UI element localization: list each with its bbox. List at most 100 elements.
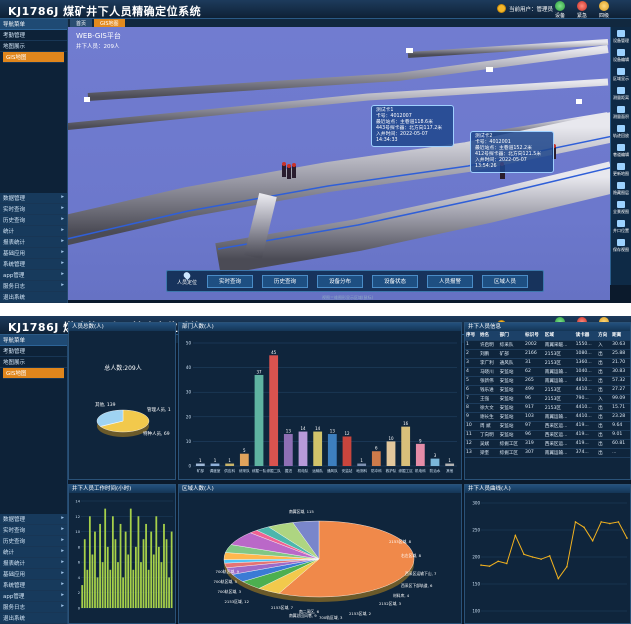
save-icon	[617, 239, 625, 246]
sidebar-item-history[interactable]: 历史查询 ▸	[0, 536, 67, 547]
col-header: 读卡器	[574, 331, 598, 341]
layer-icon	[617, 182, 625, 189]
tool-save-view[interactable]: 保存视图	[611, 239, 631, 255]
table-cell: 4410...	[574, 385, 598, 395]
tab-gis[interactable]: GIS地图	[94, 19, 125, 27]
sidebar-item-app[interactable]: app管理 ▸	[0, 270, 67, 281]
tool-device-manage[interactable]: 设备管理	[611, 30, 631, 46]
sidebar-item-gis[interactable]: GIS地图	[3, 368, 64, 379]
sidebar-item-log[interactable]: 服务日志 ▸	[0, 602, 67, 613]
sidebar-item-map[interactable]: 地图展示	[0, 41, 67, 52]
tool-tunnel-edit[interactable]: 巷道编辑	[611, 144, 631, 160]
tool-measure-area[interactable]: 测量面积	[611, 106, 631, 122]
sidebar-item-data[interactable]: 数据管理 ▸	[0, 514, 67, 525]
table-row[interactable]: 6 钱乐进 安监站 499 2153区 4410... 出 27.27	[465, 385, 630, 395]
sidebar-item-realtime[interactable]: 实时查询 ▸	[0, 204, 67, 215]
bar	[298, 431, 308, 466]
user-icon	[497, 4, 506, 13]
data-label: 5	[243, 448, 246, 453]
sidebar-item-report[interactable]: 报表统计 ▸	[0, 237, 67, 248]
data-point	[617, 521, 620, 523]
table-row[interactable]: 7 王强 安监站 96 2153区 790... 入 99.09	[465, 394, 630, 404]
sidebar-item-basic[interactable]: 基础应用 ▸	[0, 248, 67, 259]
table-cell: 2	[465, 349, 479, 359]
tool-update-map[interactable]: 更新地图	[611, 163, 631, 179]
bar	[165, 539, 168, 608]
label: 报表统计	[3, 561, 26, 567]
region-person-button[interactable]: 区域人员	[482, 275, 528, 288]
expand-icon: ▸	[61, 603, 64, 609]
level-button[interactable]: 四级	[596, 1, 612, 19]
tool-device-edit[interactable]: 设备编辑	[611, 49, 631, 65]
sidebar-item-log[interactable]: 服务日志 ▸	[0, 281, 67, 292]
table-row[interactable]: 2 刘鹏 矿部 2166 2153区 1080... 出 25.88	[465, 349, 630, 359]
sidebar-item-system[interactable]: 系统管理 ▸	[0, 259, 67, 270]
person-alarm-button[interactable]: 人员报警	[427, 275, 473, 288]
tool-label: 巷道编辑	[613, 152, 629, 157]
table-cell: 4	[465, 367, 479, 377]
table-row[interactable]: 10 周 斌安监站 97 西采区运... 419... 出 9.64	[465, 421, 630, 431]
expand-icon: ▸	[61, 260, 64, 266]
pie-label: 西采区下部轨道, 6	[401, 583, 433, 588]
table-row[interactable]: 13 梁奎 综掘工区 307 南翼运输... 374... 出...	[465, 448, 630, 458]
bar	[127, 554, 130, 608]
tool-shaft-position[interactable]: 井口位置	[611, 220, 631, 236]
pie-label: 700轨区域, 5	[214, 579, 238, 584]
table-row[interactable]: 9 谢长生 安监站 103 南翼运输... 4410... 出 23.28	[465, 412, 630, 422]
history-query-button[interactable]: 历史查询	[262, 275, 308, 288]
device-distribution-button[interactable]: 设备分布	[317, 275, 363, 288]
tool-track-replay[interactable]: 轨迹回放	[611, 125, 631, 141]
person-popup-2[interactable]: 测试卡2 卡号：4012001 最近站点：主巷道152.2米 412号探卡器：北…	[470, 131, 554, 173]
tool-measure-distance[interactable]: 测量距离	[611, 87, 631, 103]
location-button[interactable]: 人员定位	[173, 270, 201, 286]
tool-panorama[interactable]: 全景视图	[611, 201, 631, 217]
table-cell: 南翼运输...	[543, 412, 575, 422]
realtime-query-button[interactable]: 实时查询	[207, 275, 253, 288]
table-row[interactable]: 11 丁向明 安监站 96 西采区运... 419... 出 9.01	[465, 430, 630, 440]
sidebar-item-map[interactable]: 地图展示	[0, 357, 67, 368]
sidebar-item-basic[interactable]: 基础应用 ▸	[0, 569, 67, 580]
x-tick-label: 安监站	[342, 468, 353, 473]
table-row[interactable]: 12 吴斌 综掘工区 319 西采区运... 419... 出 60.81	[465, 439, 630, 449]
sidebar-item-attendance[interactable]: 考勤管理	[0, 30, 67, 41]
ruler-icon	[617, 87, 625, 94]
x-tick-label: 其他	[446, 468, 454, 473]
sidebar-item-report[interactable]: 报表统计 ▸	[0, 558, 67, 569]
label: 数据管理	[3, 196, 26, 202]
sidebar-item-attendance[interactable]: 考勤管理	[0, 346, 67, 357]
table-row[interactable]: 5 张新伟 安监站 265 南翼运输... 4810... 出 57.32	[465, 376, 630, 386]
gis-3d-view[interactable]: WEB-GIS平台 井下人员：209人 测试卡1 卡号：4012007 最近站点…	[68, 27, 610, 300]
table-cell: 11	[465, 430, 479, 440]
sidebar-item-stats[interactable]: 统计 ▸	[0, 547, 67, 558]
person-popup-1[interactable]: 测试卡1 卡号：4012007 最近站点：主巷道118.6米 443号探卡器：北…	[371, 105, 454, 147]
sidebar-item-app[interactable]: app管理 ▸	[0, 591, 67, 602]
sidebar-item-system[interactable]: 系统管理 ▸	[0, 580, 67, 591]
expand-icon: ▸	[61, 581, 64, 587]
pie-label: 700轨区域, 9	[216, 569, 240, 574]
table-row[interactable]: 1 许启明 综采队 2002 南翼采暖... 1550... 入 30.63	[465, 340, 630, 350]
device-status-button[interactable]: 设备状态	[372, 275, 418, 288]
tool-label: 井口位置	[613, 228, 629, 233]
device-button[interactable]: 设备	[552, 1, 568, 19]
logout-button[interactable]: 退出系统	[0, 292, 67, 303]
sidebar-item-data[interactable]: 数据管理 ▸	[0, 193, 67, 204]
bar	[119, 523, 122, 608]
table-row[interactable]: 4 马晓川 安监站 62 南翼运输... 1040... 出 30.83	[465, 367, 630, 377]
tool-hide-layer[interactable]: 隐藏图层	[611, 182, 631, 198]
table-row[interactable]: 3 李广利 通风队 31 2153区 1360... 出 21.70	[465, 358, 630, 368]
sidebar-item-stats[interactable]: 统计 ▸	[0, 226, 67, 237]
tool-region-show[interactable]: 区域显示	[611, 68, 631, 84]
sidebar-item-history[interactable]: 历史查询 ▸	[0, 215, 67, 226]
sidebar-item-gis[interactable]: GIS地图	[3, 52, 64, 63]
logout-button[interactable]: 退出系统	[0, 613, 67, 624]
right-toolbar: 设备管理 设备编辑 区域显示 测量距离 测量面积 轨迹回放 巷道编辑 更新地图 …	[610, 27, 631, 285]
tab-home[interactable]: 首页	[70, 19, 93, 27]
panel-dept: 部门人数(人) 0 10 20 30 40 50 1 矿部 1 调度室 1 供应科 5 综采队 37 综掘一队…	[178, 322, 462, 480]
alarm-button[interactable]: 紧急	[574, 1, 590, 19]
bar	[101, 562, 104, 608]
col-header: 区域	[543, 331, 575, 341]
sidebar-item-realtime[interactable]: 实时查询 ▸	[0, 525, 67, 536]
data-label: 1	[360, 458, 363, 463]
y-tick-label: 12	[75, 515, 80, 519]
table-row[interactable]: 8 徐大文 安监站 917 2153区 4410... 出 15.71	[465, 403, 630, 413]
